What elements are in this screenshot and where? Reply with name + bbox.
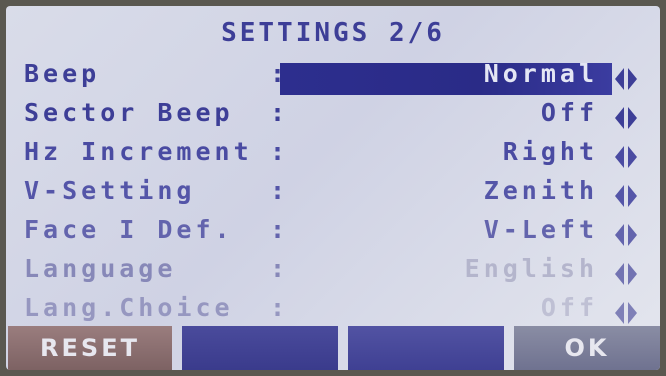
ok-button[interactable]: OK bbox=[514, 326, 660, 370]
colon: : bbox=[270, 176, 286, 205]
setting-row-beep[interactable]: Beep : Normal bbox=[6, 59, 660, 99]
setting-row-v-setting[interactable]: V-Setting : Zenith bbox=[6, 176, 660, 216]
left-right-arrows-icon[interactable] bbox=[612, 143, 640, 171]
left-right-arrows-icon[interactable] bbox=[612, 104, 640, 132]
softkey-f3-button[interactable] bbox=[348, 326, 504, 370]
setting-label: Face I Def. bbox=[24, 215, 234, 244]
softkey-bar: RESET OK bbox=[6, 326, 660, 370]
page-title: SETTINGS 2/6 bbox=[221, 18, 445, 48]
setting-label: Lang.Choice bbox=[24, 293, 234, 322]
left-right-arrows-icon[interactable] bbox=[612, 299, 640, 327]
setting-label: Hz Increment bbox=[24, 137, 253, 166]
setting-value: Right bbox=[502, 137, 598, 166]
colon: : bbox=[270, 254, 286, 283]
setting-row-hz-increment[interactable]: Hz Increment : Right bbox=[6, 137, 660, 177]
setting-value: Zenith bbox=[483, 176, 598, 205]
left-right-arrows-icon[interactable] bbox=[612, 260, 640, 288]
setting-label: V-Setting bbox=[24, 176, 196, 205]
setting-label: Language bbox=[24, 254, 177, 283]
setting-label: Beep bbox=[24, 59, 101, 88]
setting-row-face-i-def[interactable]: Face I Def. : V-Left bbox=[6, 215, 660, 255]
display-screen: SETTINGS 2/6 Beep : Normal Sector Beep :… bbox=[6, 6, 660, 370]
setting-value: Off bbox=[540, 293, 598, 322]
softkey-f2-button[interactable] bbox=[182, 326, 338, 370]
colon: : bbox=[270, 215, 286, 244]
setting-label: Sector Beep bbox=[24, 98, 234, 127]
left-right-arrows-icon[interactable] bbox=[612, 221, 640, 249]
setting-value: Off bbox=[540, 98, 598, 127]
setting-value: English bbox=[464, 254, 598, 283]
colon: : bbox=[270, 293, 286, 322]
colon: : bbox=[270, 137, 286, 166]
setting-row-sector-beep[interactable]: Sector Beep : Off bbox=[6, 98, 660, 138]
left-right-arrows-icon[interactable] bbox=[612, 182, 640, 210]
setting-value: V-Left bbox=[483, 215, 598, 244]
reset-button[interactable]: RESET bbox=[8, 326, 172, 370]
left-right-arrows-icon[interactable] bbox=[612, 65, 640, 93]
colon: : bbox=[270, 98, 286, 127]
setting-row-language[interactable]: Language : English bbox=[6, 254, 660, 294]
setting-value: Normal bbox=[483, 59, 598, 88]
